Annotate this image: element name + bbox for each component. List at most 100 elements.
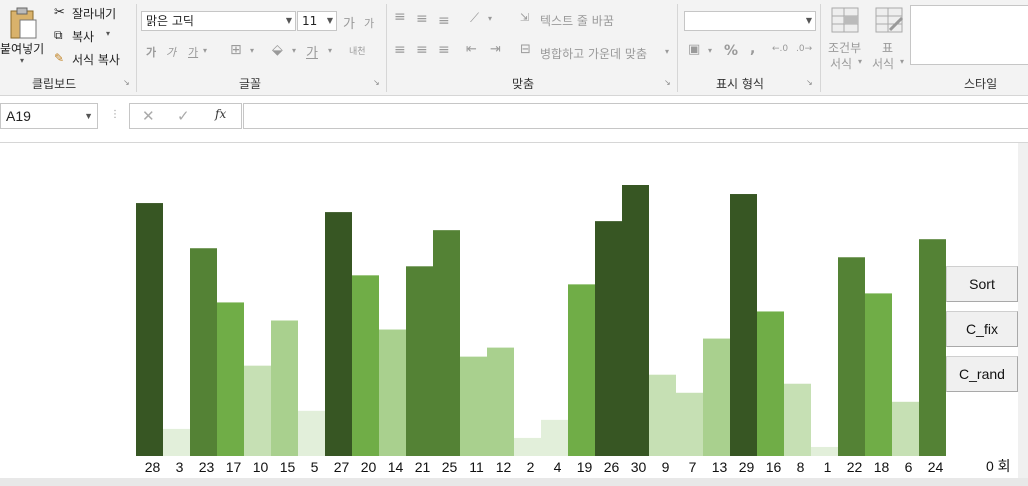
tick-label: 10 xyxy=(253,459,269,475)
merge-center-button[interactable]: 병합하고 가운데 맞춤 xyxy=(540,45,647,62)
increase-indent-icon[interactable]: ⇥ xyxy=(490,42,501,57)
conditional-formatting-icon[interactable] xyxy=(830,6,862,36)
alignment-group-label: 맞춤 xyxy=(512,77,535,91)
tick-label: 14 xyxy=(388,459,404,475)
bar-10 xyxy=(244,365,271,456)
vertical-scrollbar[interactable] xyxy=(1018,143,1028,486)
tick-label: 13 xyxy=(712,459,728,475)
bold-button[interactable]: 가 xyxy=(146,44,156,60)
font-name-select[interactable]: 맑은 고딕 ▼ xyxy=(141,11,296,31)
font-group-label: 글꼴 xyxy=(239,77,262,91)
borders-dropdown-icon[interactable]: ▾ xyxy=(250,46,254,55)
table-dropdown-icon[interactable]: ▾ xyxy=(900,57,904,66)
fill-color-icon[interactable]: ⬙ xyxy=(272,42,283,58)
copy-button[interactable]: 복사 xyxy=(72,28,94,45)
orientation-icon[interactable]: ⟋ xyxy=(470,11,479,26)
conditional-formatting-button[interactable]: 조건부 xyxy=(828,39,861,56)
bar-chart: 28 3 23 17 10 15 5 27 20 14 21 25 11 12 2 4 19 26 30 9 7 13 29… xyxy=(136,185,946,475)
align-bottom-icon[interactable]: ≡ xyxy=(438,13,450,29)
format-as-table-sub-label[interactable]: 서식 xyxy=(872,55,894,72)
align-middle-icon[interactable]: ≡ xyxy=(416,11,428,27)
format-as-table-icon[interactable] xyxy=(874,6,906,36)
bar-26 xyxy=(595,221,622,456)
conditional-formatting-sub-label[interactable]: 서식 xyxy=(830,55,852,72)
paste-dropdown-icon[interactable]: ▾ xyxy=(20,56,24,65)
tick-label: 5 xyxy=(311,459,319,475)
comma-button[interactable]: , xyxy=(750,41,755,57)
formula-input[interactable] xyxy=(243,103,1028,129)
fill-color-dropdown-icon[interactable]: ▾ xyxy=(292,46,296,55)
paste-button[interactable]: 붙여넣기 xyxy=(0,40,44,57)
phonetic-button[interactable]: 내천 xyxy=(349,44,366,57)
font-launcher-icon[interactable]: ↘ xyxy=(373,79,381,87)
font-size-select[interactable]: 11 ▼ xyxy=(297,11,337,31)
alignment-launcher-icon[interactable]: ↘ xyxy=(664,79,672,87)
shrink-font-button[interactable]: 가 xyxy=(364,15,374,31)
tick-label: 6 xyxy=(905,459,913,475)
clipboard-launcher-icon[interactable]: ↘ xyxy=(123,79,131,87)
cancel-icon[interactable]: ✕ xyxy=(142,107,155,125)
currency-icon[interactable]: ▣ xyxy=(688,42,700,57)
more-options-icon[interactable]: ⋮ xyxy=(110,109,120,120)
font-color-button[interactable]: 가 xyxy=(306,42,318,61)
worksheet[interactable]: 28 3 23 17 10 15 5 27 20 14 21 25 11 12 2 4 19 26 30 9 7 13 29… xyxy=(0,142,1028,486)
decrease-decimal-icon[interactable]: .0→ xyxy=(796,44,812,54)
underline-dropdown-icon[interactable]: ▾ xyxy=(203,46,207,55)
copy-dropdown-icon[interactable]: ▾ xyxy=(106,29,110,38)
tick-label: 23 xyxy=(199,459,215,475)
bar-11 xyxy=(460,356,487,456)
number-format-select[interactable]: ▼ xyxy=(684,11,816,31)
underline-button[interactable]: 가 xyxy=(188,44,198,60)
bar-3 xyxy=(163,428,190,456)
c-fix-button[interactable]: C_fix xyxy=(946,311,1018,347)
tick-label: 18 xyxy=(874,459,890,475)
chevron-down-icon[interactable]: ▼ xyxy=(84,104,93,128)
bar-4 xyxy=(541,419,568,456)
wrap-text-button[interactable]: 텍스트 줄 바꿈 xyxy=(540,12,614,29)
cell-styles-gallery[interactable] xyxy=(910,5,1028,65)
currency-dropdown-icon[interactable]: ▾ xyxy=(708,46,712,55)
orientation-dropdown-icon[interactable]: ▾ xyxy=(488,14,492,23)
bar-6 xyxy=(892,401,919,456)
cut-icon[interactable]: ✂ xyxy=(54,5,65,20)
divider xyxy=(677,4,678,92)
cut-button[interactable]: 잘라내기 xyxy=(72,5,116,22)
sort-button[interactable]: Sort xyxy=(946,266,1018,302)
increase-decimal-icon[interactable]: ←.0 xyxy=(772,44,788,54)
chevron-down-icon: ▼ xyxy=(805,16,812,25)
bar-13 xyxy=(703,338,730,456)
format-painter-icon[interactable]: ✎ xyxy=(54,51,64,65)
italic-button[interactable]: 가 xyxy=(166,44,176,60)
counter-label: 0 회 xyxy=(986,458,1011,474)
format-painter-button[interactable]: 서식 복사 xyxy=(72,51,120,68)
format-as-table-button[interactable]: 표 xyxy=(882,39,893,56)
merge-center-icon[interactable]: ⊟ xyxy=(520,42,531,57)
c-rand-button[interactable]: C_rand xyxy=(946,356,1018,392)
bar-22 xyxy=(838,257,865,456)
borders-icon[interactable]: ⊞ xyxy=(230,42,242,58)
percent-button[interactable]: % xyxy=(724,43,738,59)
align-center-icon[interactable]: ≡ xyxy=(416,42,428,58)
align-left-icon[interactable]: ≡ xyxy=(394,42,406,58)
align-right-icon[interactable]: ≡ xyxy=(438,42,450,58)
copy-icon[interactable]: ⧉ xyxy=(54,28,63,43)
align-top-icon[interactable]: ≡ xyxy=(394,9,406,25)
grow-font-button[interactable]: 가 xyxy=(343,13,355,32)
category-labels: 28 3 23 17 10 15 5 27 20 14 21 25 11 12 2 4 19 26 30 9 7 13 29… xyxy=(145,459,944,475)
enter-icon[interactable]: ✓ xyxy=(177,107,190,125)
bar-30 xyxy=(622,185,649,456)
font-color-dropdown-icon[interactable]: ▾ xyxy=(328,46,332,55)
insert-function-button[interactable]: fx xyxy=(215,107,226,121)
number-group-label: 표시 형식 xyxy=(716,77,764,91)
formula-bar: A19 ▼ ⋮ ✕ ✓ fx xyxy=(0,100,1028,132)
merge-dropdown-icon[interactable]: ▾ xyxy=(665,47,669,56)
name-box[interactable]: A19 ▼ xyxy=(0,103,98,129)
tick-label: 2 xyxy=(527,459,535,475)
tick-label: 3 xyxy=(176,459,184,475)
wrap-text-icon[interactable]: ⇲ xyxy=(520,11,529,24)
font-size-value: 11 xyxy=(302,14,318,28)
conditional-dropdown-icon[interactable]: ▾ xyxy=(858,57,862,66)
number-launcher-icon[interactable]: ↘ xyxy=(806,79,814,87)
decrease-indent-icon[interactable]: ⇤ xyxy=(466,42,477,57)
paste-icon[interactable] xyxy=(8,6,38,40)
